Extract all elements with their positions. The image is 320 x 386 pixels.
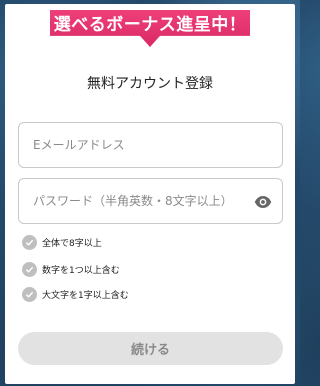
password-field[interactable] [18, 178, 283, 224]
requirement-label: 数字を1つ以上含む [42, 265, 120, 276]
page-title: 無料アカウント登録 [87, 76, 213, 92]
password-input[interactable] [33, 179, 253, 223]
requirement-label: 大文字を1字以上含む [42, 290, 129, 301]
eye-icon[interactable] [254, 193, 272, 211]
requirement-item: 大文字を1字以上含む [22, 286, 129, 302]
requirement-item: 全体で8字以上 [22, 234, 102, 250]
bonus-banner-text: 選べるボーナス進呈中！ [53, 15, 247, 35]
email-field[interactable] [18, 122, 283, 168]
check-circle-icon [22, 234, 37, 250]
requirement-item: 数字を1つ以上含む [22, 261, 120, 277]
check-circle-icon [22, 261, 37, 277]
requirement-label: 全体で8字以上 [42, 238, 102, 249]
check-circle-icon [22, 286, 37, 302]
continue-button[interactable]: 続ける [18, 332, 283, 365]
email-input[interactable] [33, 123, 253, 167]
